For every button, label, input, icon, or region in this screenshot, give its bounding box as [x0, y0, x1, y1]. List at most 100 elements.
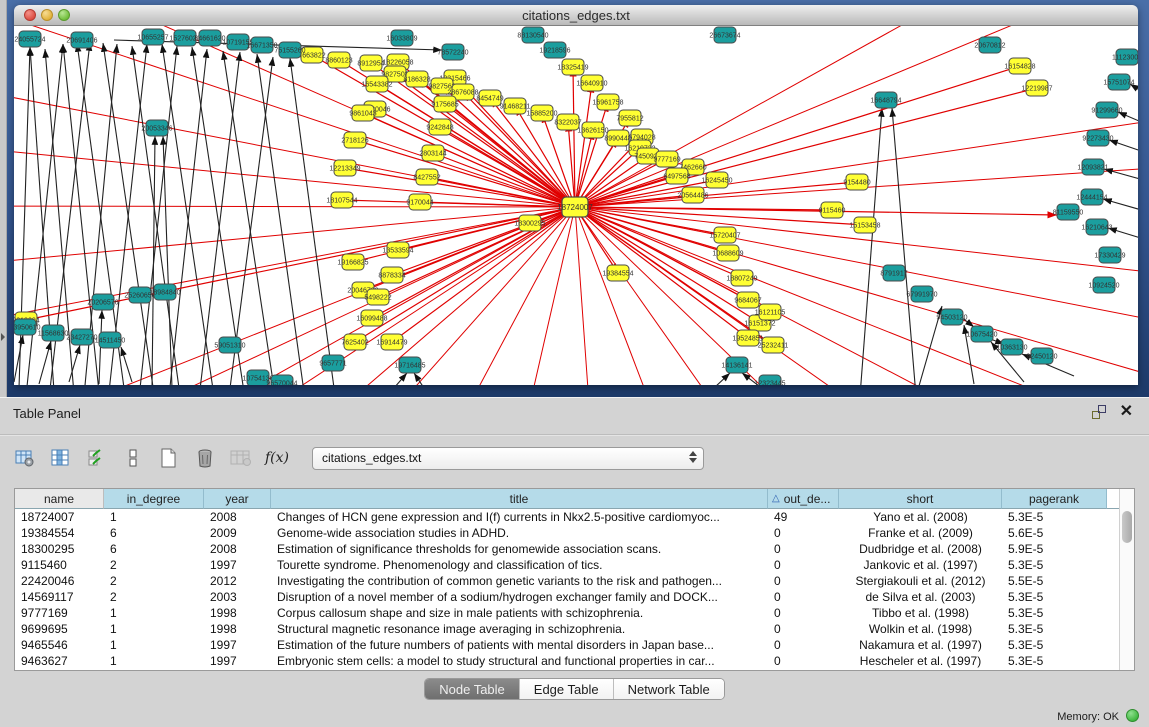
graph-node[interactable]: 92450120	[1026, 348, 1057, 364]
table-row[interactable]: 911546021997Tourette syndrome. Phenomeno…	[15, 557, 1119, 573]
graph-node[interactable]: 9684067	[734, 292, 761, 308]
graph-node[interactable]: 9170044	[406, 194, 433, 210]
select-rows-icon[interactable]	[86, 447, 108, 469]
table-row[interactable]: 1830029562008Estimation of significance …	[15, 541, 1119, 557]
graph-node[interactable]: 19166825	[337, 254, 368, 270]
graph-node[interactable]: 11568630	[38, 325, 69, 341]
graph-node[interactable]: 2718126	[341, 132, 368, 148]
graph-node[interactable]: 9242848	[426, 119, 453, 135]
graph-node[interactable]: 18107544	[326, 192, 357, 208]
graph-node[interactable]: 16543382	[361, 76, 392, 92]
graph-node[interactable]: 12093821	[1077, 159, 1108, 175]
graph-node[interactable]: 78572240	[437, 44, 468, 60]
graph-node[interactable]: 12323445	[754, 375, 785, 385]
table-row[interactable]: 2242004622012Investigating the contribut…	[15, 573, 1119, 589]
graph-node[interactable]: 8186328	[403, 71, 430, 87]
graph-node[interactable]: 67991970	[906, 286, 937, 302]
graph-node[interactable]: 19218596	[539, 42, 570, 58]
col-header-name[interactable]: name	[15, 489, 104, 509]
side-collapse-strip[interactable]	[0, 0, 7, 397]
graph-node[interactable]: 12444154	[1076, 189, 1107, 205]
graph-node[interactable]: 10675420	[966, 326, 997, 342]
graph-node[interactable]: 8878334	[378, 267, 405, 283]
table-row[interactable]: 977716911998Corpus callosum shape and si…	[15, 605, 1119, 621]
col-header-title[interactable]: title	[271, 489, 768, 509]
table-select-dropdown[interactable]: citations_edges.txt	[312, 447, 704, 470]
graph-node[interactable]: 8791917	[880, 265, 907, 281]
graph-node[interactable]: 16121105	[755, 304, 786, 320]
graph-node[interactable]: 16914479	[376, 334, 407, 350]
graph-node[interactable]: 6497568	[663, 168, 690, 184]
graph-node[interactable]: 10924520	[1088, 277, 1119, 293]
graph-node[interactable]: 19384554	[602, 265, 633, 281]
graph-node[interactable]: 8427552	[413, 169, 440, 185]
graph-node[interactable]: 59051310	[214, 337, 245, 353]
graph-node[interactable]: 16210643	[1081, 219, 1112, 235]
graph-node[interactable]: 16033809	[386, 30, 417, 46]
table-settings-icon[interactable]	[14, 447, 36, 469]
graph-node[interactable]: 7625402	[341, 334, 368, 350]
network-window[interactable]: citations_edges.txt 88601238912954182260…	[14, 5, 1138, 385]
network-window-titlebar[interactable]: citations_edges.txt	[14, 5, 1138, 26]
delete-table-icon[interactable]	[194, 447, 216, 469]
graph-node[interactable]: 10655257	[137, 29, 168, 45]
graph-node[interactable]: 13533594	[382, 242, 413, 258]
graph-node[interactable]: 26673674	[709, 27, 740, 43]
graph-node[interactable]: 9175685	[431, 96, 458, 112]
graph-node[interactable]: 25232411	[758, 337, 789, 353]
graph-node[interactable]: 19716485	[394, 357, 425, 373]
graph-node[interactable]: 17330429	[1094, 247, 1125, 263]
collapse-arrow-icon[interactable]	[1, 333, 5, 341]
graph-node[interactable]: 64661620	[194, 30, 225, 46]
graph-node[interactable]: 81159550	[1053, 204, 1084, 220]
graph-node[interactable]: 18807249	[726, 270, 757, 286]
graph-node[interactable]: 16640910	[576, 75, 607, 91]
float-panel-icon[interactable]	[1092, 405, 1106, 419]
tab-node-table[interactable]: Node Table	[425, 679, 520, 699]
graph-node[interactable]: 15751074	[1103, 74, 1134, 90]
memory-ok-indicator[interactable]	[1126, 709, 1139, 722]
graph-node[interactable]: 94503120	[936, 309, 967, 325]
close-panel-icon[interactable]: ✕	[1120, 405, 1133, 419]
graph-node[interactable]: 23427270	[66, 329, 97, 345]
graph-node[interactable]: 9115460	[819, 202, 846, 218]
table-row[interactable]: 946554611997Estimation of the future num…	[15, 637, 1119, 653]
graph-node[interactable]: 9657771	[319, 355, 346, 371]
graph-node[interactable]: 5498222	[364, 289, 391, 305]
graph-node[interactable]: 15720407	[709, 227, 740, 243]
graph-node[interactable]: 12213349	[329, 160, 360, 176]
graph-node[interactable]: 8860123	[325, 52, 352, 68]
col-header-short[interactable]: short	[839, 489, 1002, 509]
graph-node[interactable]: 9154480	[843, 174, 870, 190]
graph-node[interactable]: 12219987	[1021, 80, 1052, 96]
graph-node[interactable]: 14511450	[95, 332, 126, 348]
graph-hub-node[interactable]: 18724007	[557, 197, 593, 217]
graph-node[interactable]: 20670812	[974, 37, 1005, 53]
table-row[interactable]: 946362711997Embryonic stem cells: a mode…	[15, 653, 1119, 669]
graph-node[interactable]: 14136141	[721, 357, 752, 373]
graph-node[interactable]: 75155260	[274, 42, 305, 58]
graph-node[interactable]: 15153458	[849, 217, 880, 233]
row-height-icon[interactable]	[122, 447, 144, 469]
graph-node[interactable]: 9861043	[349, 105, 376, 121]
col-header-pagerank[interactable]: pagerank	[1002, 489, 1107, 509]
graph-node[interactable]: 18984840	[149, 284, 180, 300]
graph-node[interactable]: 91299660	[1091, 102, 1122, 118]
table-scrollbar[interactable]	[1119, 489, 1134, 670]
graph-node[interactable]: 16961758	[592, 94, 623, 110]
graph-node[interactable]: 20691406	[66, 32, 97, 48]
graph-node[interactable]: 7955812	[616, 110, 643, 126]
graph-node[interactable]: 18325419	[557, 59, 588, 75]
graph-node[interactable]: 16648794	[870, 92, 901, 108]
table-row[interactable]: 1456911722003Disruption of a novel membe…	[15, 589, 1119, 605]
graph-node[interactable]: 20053346	[141, 120, 172, 136]
network-canvas[interactable]: 8860123891295418226058982750881863281654…	[14, 26, 1138, 385]
graph-node[interactable]: 9777169	[653, 151, 680, 167]
graph-node[interactable]: 24055724	[14, 31, 45, 47]
column-settings-icon[interactable]	[50, 447, 72, 469]
graph-node[interactable]: 16154828	[1004, 58, 1035, 74]
graph-node[interactable]: 20206576	[87, 294, 118, 310]
graph-node[interactable]: 18300295	[514, 215, 545, 231]
graph-node[interactable]: 10688609	[712, 245, 743, 261]
graph-node[interactable]: 88130540	[517, 27, 548, 43]
